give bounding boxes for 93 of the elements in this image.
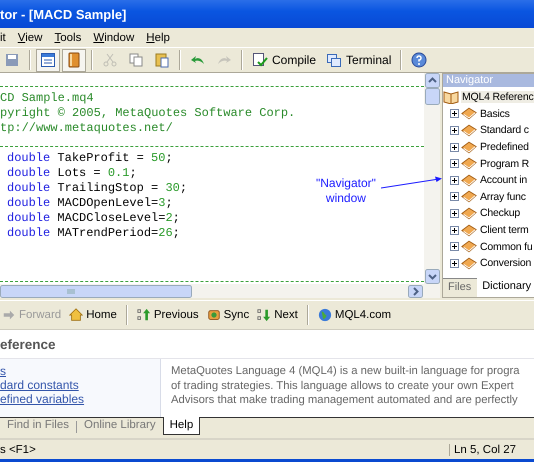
scroll-right-icon[interactable] (408, 284, 423, 298)
menu-item[interactable]: Tools (48, 32, 88, 44)
expand-icon[interactable] (450, 126, 459, 135)
help-icon (411, 52, 428, 68)
code-comment: pyright © 2005, MetaQuotes Software Corp. (0, 106, 296, 121)
window-title: tor - [MACD Sample] (0, 6, 126, 22)
book-icon (66, 52, 82, 68)
globe-icon (318, 308, 332, 322)
toolbar-button[interactable]: Compile (248, 48, 320, 72)
expand-icon[interactable] (450, 142, 459, 152)
book-icon (461, 206, 477, 220)
callout-label: "Navigator" window (316, 176, 376, 206)
up-arrow-icon (136, 308, 151, 322)
code-line: double MACDCloseLevel=2; (6, 211, 180, 226)
panel-title: Navigator (443, 74, 534, 87)
expand-icon[interactable] (450, 159, 459, 168)
expand-icon[interactable] (450, 208, 459, 218)
book-icon (461, 240, 477, 254)
panel-tab[interactable]: Dictionary (477, 278, 534, 297)
code-comment: CD Sample.mq4 (0, 91, 94, 106)
expand-icon[interactable] (450, 109, 459, 118)
copy-icon (128, 52, 144, 68)
book-icon (461, 157, 477, 170)
book-icon (461, 256, 477, 270)
code-line: double MATrendPeriod=26; (6, 226, 180, 241)
help-link[interactable]: efined variables (0, 392, 160, 406)
menu-item[interactable]: View (12, 32, 48, 44)
tree-item[interactable]: Client term (479, 224, 530, 236)
toolbar-button[interactable]: Next (255, 308, 300, 322)
help-link[interactable]: dard constants (0, 378, 160, 392)
book-icon (461, 107, 477, 120)
paste-icon (154, 52, 170, 68)
expand-icon[interactable] (450, 258, 459, 268)
window-list-icon (40, 52, 56, 68)
tree-item[interactable]: Basics (479, 108, 511, 120)
down-arrow-icon (257, 308, 272, 322)
terminal-icon (326, 52, 342, 68)
scroll-thumb[interactable] (424, 88, 440, 105)
tree-item[interactable]: Checkup (479, 207, 522, 220)
scroll-up-icon[interactable] (424, 73, 440, 88)
panel-tab[interactable]: Find in Files (0, 417, 76, 435)
toolbar-icon-button[interactable] (62, 48, 86, 72)
tree-item[interactable]: Array func (479, 190, 527, 203)
book-icon (206, 308, 221, 322)
code-editor[interactable] (0, 73, 440, 298)
document-check-icon (252, 52, 268, 68)
toolbar-button[interactable]: Previous (134, 308, 201, 322)
expand-icon[interactable] (450, 176, 459, 185)
right-arrow-icon (2, 308, 16, 322)
expand-icon[interactable] (450, 226, 459, 235)
menu-item[interactable]: Help (140, 32, 176, 44)
panel-tab[interactable]: Online Library (77, 417, 163, 435)
toolbar-button[interactable]: Sync (204, 308, 252, 322)
cursor-position: Ln 5, Col 27 (449, 444, 534, 456)
expand-icon[interactable] (450, 192, 459, 202)
horizontal-scrollbar[interactable] (0, 284, 440, 298)
help-link[interactable]: s (0, 364, 160, 378)
scroll-down-icon[interactable] (424, 269, 440, 284)
code-line: double Lots = 0.1; (6, 166, 137, 181)
status-text: s <F1> (0, 444, 37, 456)
tree-item[interactable]: Account in (479, 174, 528, 186)
tree-item[interactable]: Standard c (479, 124, 530, 136)
book-icon (461, 224, 477, 237)
code-line: double TakeProfit = 50; (6, 151, 173, 166)
panel-tab[interactable]: Files (443, 279, 478, 297)
book-icon (461, 140, 477, 154)
expand-icon[interactable] (450, 242, 459, 252)
help-paragraph: MetaQuotes Language 4 (MQL4) is a new built-in language for progra of trading strategies. This language allows to create your own Expert Advisors that make trading management automated and are perfectly (170, 364, 520, 408)
tree-item[interactable]: Program R (479, 158, 530, 170)
code-comment: tp://www.metaquotes.net/ (0, 121, 173, 136)
book-icon (461, 190, 477, 204)
menu-item[interactable]: Window (87, 32, 140, 44)
code-line: double TrailingStop = 30; (6, 181, 188, 196)
callout-arrow (381, 176, 443, 190)
book-icon (461, 124, 477, 137)
scissors-icon (102, 52, 118, 68)
toolbar-button[interactable]: Home (67, 308, 119, 322)
tree-item[interactable]: Predefined (479, 141, 530, 154)
open-book-icon (443, 90, 459, 104)
book-icon (461, 174, 477, 187)
panel-tab[interactable]: Help (162, 417, 200, 435)
vertical-scrollbar[interactable] (424, 73, 440, 284)
scroll-thumb[interactable] (0, 284, 192, 298)
page-heading: eference (0, 336, 56, 352)
tree-item[interactable]: MQL4 Referenc (461, 91, 534, 104)
tree-item[interactable]: Conversion (479, 257, 532, 270)
code-line: double MACDOpenLevel=3; (6, 196, 173, 211)
toolbar-icon-button[interactable] (36, 48, 60, 72)
menu-item[interactable]: it (0, 32, 12, 44)
toolbar-button[interactable]: Terminal (322, 48, 396, 72)
house-icon (69, 308, 84, 322)
toolbar-button[interactable]: MQL4.com (316, 308, 394, 322)
tree-item[interactable]: Common fu (479, 240, 534, 253)
